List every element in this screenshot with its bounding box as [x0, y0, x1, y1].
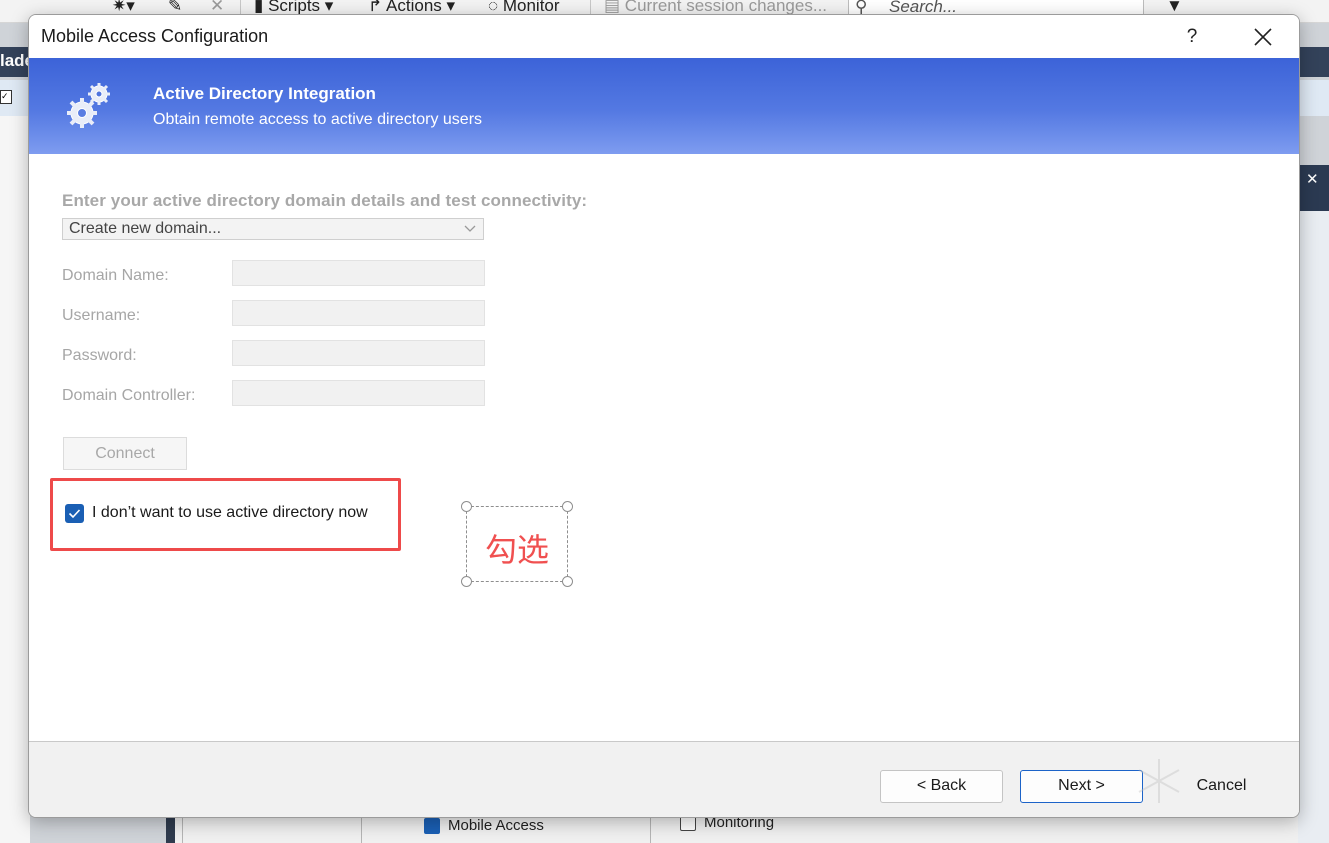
monitor-icon: ◌ [488, 0, 499, 15]
back-button[interactable]: < Back [880, 770, 1003, 803]
domain-controller-label: Domain Controller: [62, 387, 196, 404]
mobile-access-label: Mobile Access [448, 817, 544, 834]
password-field[interactable] [232, 340, 485, 366]
username-label: Username: [62, 307, 141, 324]
background-right-area [1298, 211, 1329, 843]
background-divider [650, 815, 651, 843]
password-label: Password: [62, 347, 137, 364]
background-divider [361, 815, 362, 843]
banner-title: Active Directory Integration [153, 84, 376, 103]
help-button[interactable]: ? [1175, 21, 1209, 53]
close-button[interactable] [1243, 21, 1283, 53]
instruction-text: Enter your active directory domain detai… [62, 191, 588, 210]
banner-subtitle: Obtain remote access to active directory… [153, 111, 483, 128]
resize-handle [461, 501, 472, 512]
connect-button[interactable]: Connect [63, 437, 187, 470]
mobile-access-dialog: Mobile Access Configuration ? Active Dir… [28, 14, 1300, 818]
wizard-footer: < Back Next > Cancel [29, 741, 1299, 817]
chevron-down-icon [464, 225, 476, 232]
username-field[interactable] [232, 300, 485, 326]
resize-handle [562, 501, 573, 512]
skip-active-directory-label: I don’t want to use active directory now [92, 504, 368, 521]
background-left-checkbox[interactable]: ✓ [0, 90, 12, 104]
gears-icon [67, 83, 110, 128]
annotation-note: 勾选 [461, 501, 573, 587]
domain-select[interactable]: Create new domain... [62, 218, 484, 240]
wizard-banner: Active Directory Integration Obtain remo… [29, 58, 1299, 154]
scripts-icon: ▮ [254, 0, 264, 15]
close-icon [1254, 28, 1272, 46]
actions-icon: ↱ [368, 0, 383, 15]
domain-controller-field[interactable] [232, 380, 485, 406]
wizard-content: Enter your active directory domain detai… [29, 154, 1299, 741]
close-icon[interactable]: ✕ [1306, 170, 1319, 188]
background-divider [182, 815, 183, 843]
checkmark-icon [68, 509, 81, 519]
background-bottom-bar [166, 815, 175, 843]
background-right-panel: ✕ [1298, 165, 1329, 211]
dialog-titlebar: Mobile Access Configuration ? [29, 15, 1299, 58]
background-left-panel [0, 116, 30, 843]
background-right-row [1298, 80, 1329, 116]
cancel-button[interactable]: Cancel [1160, 770, 1283, 803]
background-right-header [1298, 47, 1329, 77]
mobile-access-checkbox[interactable] [424, 818, 440, 834]
resize-handle [562, 576, 573, 587]
dialog-title: Mobile Access Configuration [41, 26, 269, 46]
checkbox-checked[interactable] [65, 504, 84, 523]
document-icon: ▤ [604, 0, 621, 15]
resize-handle [461, 576, 472, 587]
domain-name-label: Domain Name: [62, 267, 169, 284]
domain-name-field[interactable] [232, 260, 485, 286]
annotation-text: 勾选 [484, 531, 549, 569]
